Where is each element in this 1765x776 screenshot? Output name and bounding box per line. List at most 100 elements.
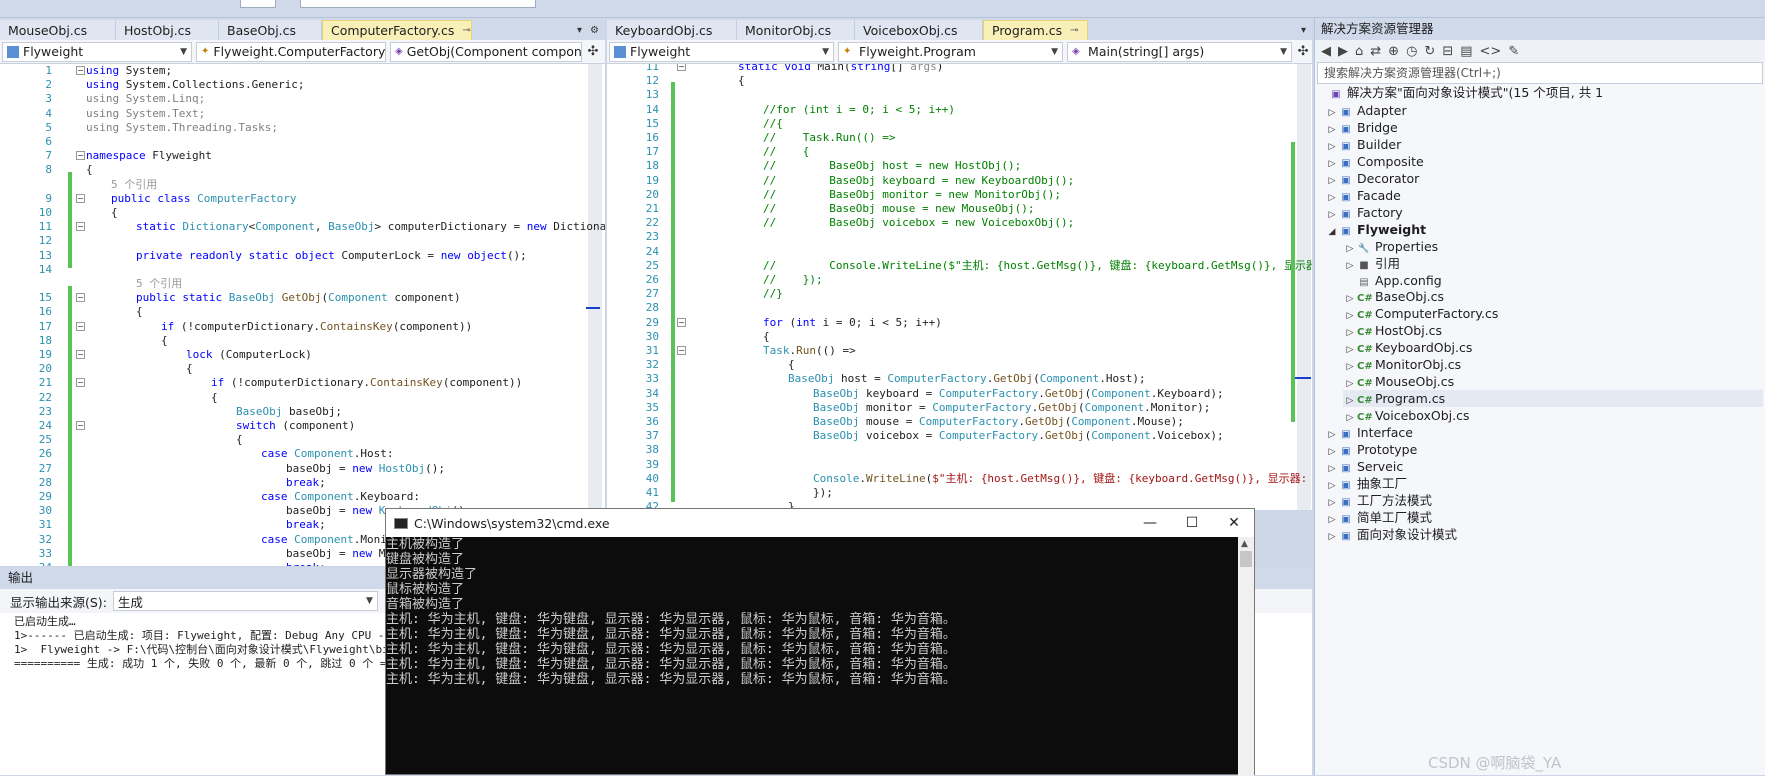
collapse-icon[interactable]: − xyxy=(76,421,85,430)
tree-item[interactable]: ▤ App.config xyxy=(1343,272,1441,289)
code-line[interactable]: 29 − for (int i = 0; i < 5; i++) xyxy=(607,316,1295,330)
tab-computerfactory[interactable]: ComputerFactory.cs⊸✕ xyxy=(322,20,472,40)
code-line[interactable]: 16 { xyxy=(0,305,586,319)
code-line[interactable]: 41}); xyxy=(607,486,1295,500)
code-line[interactable]: 25 { xyxy=(0,433,586,447)
history-icon[interactable]: ◷ xyxy=(1406,44,1417,59)
code-line[interactable]: 19 − lock (ComputerLock) xyxy=(0,348,586,362)
collapse-icon[interactable]: − xyxy=(76,293,85,303)
scroll-up-icon[interactable]: ▲ xyxy=(1241,539,1248,549)
code-line[interactable]: 11 − static void Main(string[] args) xyxy=(607,64,1295,74)
tab-baseobj[interactable]: BaseObj.cs xyxy=(219,20,322,40)
wrench-icon[interactable]: ✎ xyxy=(1508,44,1519,59)
code-line[interactable]: 24 − switch (component) xyxy=(0,419,586,433)
tree-item[interactable]: ▷ C# HostObj.cs xyxy=(1343,322,1443,339)
sync-icon[interactable]: ⇄ xyxy=(1370,44,1381,59)
code-line[interactable]: 20 { xyxy=(0,362,586,376)
tree-item[interactable]: ▷ ▣ Facade xyxy=(1325,187,1401,204)
maximize-icon[interactable]: ☐ xyxy=(1170,509,1214,537)
code-line[interactable]: 24 xyxy=(607,245,1295,259)
collapse-icon[interactable]: − xyxy=(76,193,85,203)
code-line[interactable]: 3 using System.Linq; xyxy=(0,92,586,106)
code-line[interactable]: 14 xyxy=(0,263,586,277)
code-line[interactable]: 17 // { xyxy=(607,145,1295,159)
collapse-icon[interactable]: − xyxy=(76,350,85,359)
pending-changes-icon[interactable]: ⊕ xyxy=(1388,44,1399,59)
collapse-icon[interactable]: − xyxy=(76,151,85,161)
tree-item[interactable]: ◢ ▣ Flyweight xyxy=(1325,221,1427,241)
console-scrollbar[interactable]: ▲ xyxy=(1238,537,1254,776)
vertical-scrollbar[interactable] xyxy=(588,64,602,566)
tree-item[interactable]: ▷ C# ComputerFactory.cs xyxy=(1343,305,1499,322)
code-line[interactable]: 2 using System.Collections.Generic; xyxy=(0,78,586,92)
close-icon[interactable]: ✕ xyxy=(1087,25,1088,36)
tree-item[interactable]: ▷ ▣ 简单工厂模式 xyxy=(1325,509,1432,526)
code-line[interactable]: 8{ xyxy=(0,163,586,177)
tree-item[interactable]: ▷ ▣ Composite xyxy=(1325,153,1424,170)
gear-icon[interactable]: ⚙ xyxy=(590,25,599,36)
code-line[interactable]: 28 xyxy=(607,301,1295,315)
code-line[interactable]: 36 BaseObj mouse = ComputerFactory.GetObj… xyxy=(607,415,1295,429)
code-line[interactable]: 12 { xyxy=(607,74,1295,88)
collapse-icon[interactable]: − xyxy=(677,346,686,355)
minimize-icon[interactable]: — xyxy=(1128,509,1172,537)
collapse-icon[interactable]: − xyxy=(677,64,686,71)
code-line[interactable]: 12 xyxy=(0,234,586,248)
tab-list-icon[interactable]: ▾ xyxy=(1301,25,1306,36)
pin-icon[interactable]: ⊸ xyxy=(1070,25,1078,36)
code-line[interactable]: 18 // BaseObj host = new HostObj(); xyxy=(607,159,1295,173)
code-line[interactable]: 34 BaseObj keyboard = ComputerFactory.Get… xyxy=(607,387,1295,401)
tab-monitorobj[interactable]: MonitorObj.cs xyxy=(737,20,855,40)
code-line[interactable]: 39 xyxy=(607,458,1295,472)
tab-mouseobj[interactable]: MouseObj.cs xyxy=(0,20,116,40)
tree-item[interactable]: ▷ C# KeyboardObj.cs xyxy=(1343,339,1473,356)
code-line[interactable]: 22 { xyxy=(0,391,586,405)
console-output[interactable]: 主机被构造了 键盘被构造了 显示器被构造了 鼠标被构造了 音箱被构造了 主机: 华为主机,… xyxy=(386,537,1238,776)
output-text[interactable]: 已启动生成… 1>------ 已启动生成: 项目: Flyweight, 配置:… xyxy=(14,615,446,671)
tree-item[interactable]: ▷ ▣ 面向对象设计模式 xyxy=(1325,526,1457,543)
tab-voiceboxobj[interactable]: VoiceboxObj.cs xyxy=(855,20,983,40)
code-line[interactable]: 13 private readonly static object Compute… xyxy=(0,249,586,263)
expand-icon[interactable]: ▷ xyxy=(1325,529,1339,546)
scroll-thumb[interactable] xyxy=(1240,551,1252,567)
project-dropdown[interactable]: Flyweight ▼ xyxy=(609,41,835,62)
code-line[interactable]: 22 // BaseObj voicebox = new VoiceboxObj(… xyxy=(607,216,1295,230)
expanded-icon[interactable]: ◢ xyxy=(1325,224,1339,241)
code-line[interactable]: 14 //for (int i = 0; i < 5; i++) xyxy=(607,103,1295,117)
output-source-dropdown[interactable]: 生成 ▼ xyxy=(112,591,378,611)
close-icon[interactable]: ✕ xyxy=(1212,509,1256,537)
tree-item[interactable]: ▷ ▣ Serveic xyxy=(1325,458,1404,475)
code-line[interactable]: 5 个引用 xyxy=(0,178,586,192)
tree-item[interactable]: ▷ ▣ 抽象工厂 xyxy=(1325,475,1407,492)
member-dropdown[interactable]: ◈ Main(string[] args) ▼ xyxy=(1067,41,1293,62)
tree-item[interactable]: ▷ 🔧 Properties xyxy=(1343,238,1439,255)
collapse-all-icon[interactable]: ⊟ xyxy=(1442,44,1453,59)
code-line[interactable]: 18 { xyxy=(0,334,586,348)
collapse-icon[interactable]: − xyxy=(76,378,85,388)
code-line[interactable]: 5 个引用 xyxy=(0,277,586,291)
code-line[interactable]: 13 xyxy=(607,88,1295,102)
split-icon[interactable]: ✣ xyxy=(1296,44,1310,59)
tree-item[interactable]: ▷ ▣ Prototype xyxy=(1325,441,1418,458)
refresh-icon[interactable]: ↻ xyxy=(1424,44,1435,59)
collapse-icon[interactable]: − xyxy=(76,222,85,232)
tree-item[interactable]: ▷ C# MouseObj.cs xyxy=(1343,373,1455,390)
tab-hostobj[interactable]: HostObj.cs xyxy=(116,20,219,40)
code-line[interactable]: 15 − public static BaseObj GetObj(Componen… xyxy=(0,291,586,305)
toolbar-combo[interactable] xyxy=(300,0,536,8)
code-line[interactable]: 15 //{ xyxy=(607,117,1295,131)
code-line[interactable]: 4 using System.Text; xyxy=(0,107,586,121)
tree-item[interactable]: ▷ C# BaseObj.cs xyxy=(1343,288,1445,305)
solution-search-input[interactable]: 搜索解决方案资源管理器(Ctrl+;) xyxy=(1317,62,1763,84)
code-line[interactable]: 33 BaseObj host = ComputerFactory.GetObj(… xyxy=(607,372,1295,386)
solution-root[interactable]: ▣ 解决方案"面向对象设计模式"(15 个项目, 共 1 xyxy=(1329,84,1603,101)
code-line[interactable]: 26 // }); xyxy=(607,273,1295,287)
code-line[interactable]: 20 // BaseObj monitor = new MonitorObj(); xyxy=(607,188,1295,202)
code-line[interactable]: 29 case Component.Keyboard: xyxy=(0,490,586,504)
code-line[interactable]: 21 − if (!computerDictionary.ContainsKey(c… xyxy=(0,376,586,390)
tree-item[interactable]: ▷ ▣ Decorator xyxy=(1325,170,1420,187)
code-line[interactable]: 7 − namespace Flyweight xyxy=(0,149,586,163)
code-line[interactable]: 9 − public class ComputerFactory xyxy=(0,192,586,206)
code-line[interactable]: 31 − Task.Run(() => xyxy=(607,344,1295,358)
code-line[interactable]: 27 baseObj = new HostObj(); xyxy=(0,462,586,476)
